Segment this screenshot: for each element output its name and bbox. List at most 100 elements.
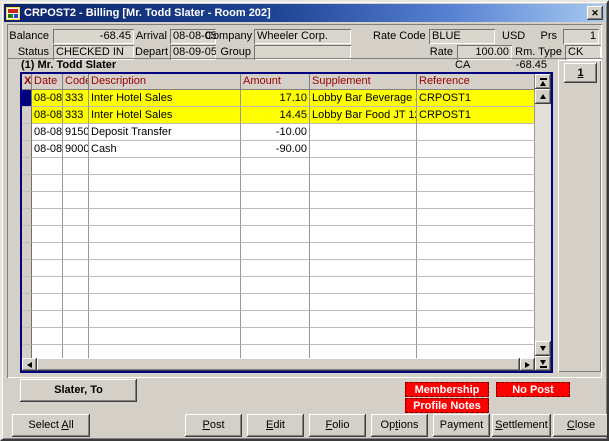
guest-balance: -68.45: [485, 59, 547, 71]
column-header-code: Code: [63, 74, 89, 90]
scroll-right-button[interactable]: [520, 358, 535, 371]
row-selector-cell[interactable]: [22, 209, 32, 226]
company-field[interactable]: Wheeler Corp.: [254, 29, 351, 44]
row-selector-cell[interactable]: [22, 277, 32, 294]
cell-reference: [417, 175, 535, 192]
column-header-description: Description: [89, 74, 241, 90]
table-row[interactable]: 08-089150Deposit Transfer-10.00: [22, 124, 551, 141]
horizontal-scroll-thumb[interactable]: [37, 358, 520, 371]
close-window-button[interactable]: Close: [553, 414, 609, 437]
table-row[interactable]: [22, 294, 551, 311]
scroll-left-button[interactable]: [22, 358, 37, 371]
cell-reference: CRPOST1: [417, 107, 535, 124]
cell-amount: [241, 209, 310, 226]
scroll-up-button[interactable]: [535, 89, 551, 104]
cell-date: 08-08: [32, 90, 63, 107]
close-icon: ✕: [591, 8, 599, 18]
cell-supplement: [310, 124, 417, 141]
prs-field[interactable]: 1: [563, 29, 599, 44]
cell-amount: [241, 243, 310, 260]
cell-description: [89, 328, 241, 345]
payment-button[interactable]: Payment: [433, 414, 490, 437]
cell-description: [89, 158, 241, 175]
settlement-button[interactable]: Settlement: [492, 414, 551, 437]
table-row[interactable]: [22, 175, 551, 192]
cell-description: [89, 209, 241, 226]
row-selector-cell[interactable]: [22, 311, 32, 328]
row-selector-cell[interactable]: [22, 260, 32, 277]
table-row[interactable]: [22, 158, 551, 175]
scroll-to-bottom-button[interactable]: [535, 356, 551, 371]
cell-reference: [417, 124, 535, 141]
table-row[interactable]: [22, 311, 551, 328]
table-row[interactable]: 08-08333Inter Hotel Sales14.45Lobby Bar …: [22, 107, 551, 124]
table-row[interactable]: [22, 243, 551, 260]
cell-amount: [241, 311, 310, 328]
cell-supplement: [310, 277, 417, 294]
table-row[interactable]: [22, 226, 551, 243]
table-row[interactable]: [22, 209, 551, 226]
options-button[interactable]: Options: [371, 414, 428, 437]
cell-amount: [241, 192, 310, 209]
profile-notes-lamp[interactable]: Profile Notes: [405, 398, 489, 413]
table-row[interactable]: [22, 260, 551, 277]
column-header-date: Date: [32, 74, 63, 90]
horizontal-scrollbar[interactable]: [22, 358, 535, 371]
cell-description: Cash: [89, 141, 241, 158]
cell-supplement: [310, 260, 417, 277]
row-selector-cell[interactable]: [22, 294, 32, 311]
no-post-lamp: No Post: [496, 382, 570, 397]
column-header-x: X: [22, 74, 32, 90]
close-button[interactable]: ✕: [587, 6, 603, 20]
table-row[interactable]: [22, 192, 551, 209]
cell-description: [89, 294, 241, 311]
guest-window-title: (1) Mr. Todd Slater: [21, 59, 116, 71]
scroll-down-button[interactable]: [535, 341, 551, 356]
table-row[interactable]: 08-08333Inter Hotel Sales17.10Lobby Bar …: [22, 90, 551, 107]
window-1-button[interactable]: 1: [564, 63, 597, 83]
grid-header-row: X Date Code Description Amount Supplemen…: [22, 74, 551, 90]
cell-reference: [417, 243, 535, 260]
app-window: CRPOST2 - Billing [Mr. Todd Slater - Roo…: [0, 0, 609, 441]
edit-button[interactable]: Edit: [247, 414, 304, 437]
cell-code: [63, 294, 89, 311]
row-selector-cell[interactable]: [22, 328, 32, 345]
row-selector-cell[interactable]: [22, 90, 32, 107]
window-page-panel: 1: [558, 60, 601, 372]
cell-reference: [417, 294, 535, 311]
row-selector-cell[interactable]: [22, 158, 32, 175]
cell-date: 08-08: [32, 107, 63, 124]
balance-field[interactable]: -68.45: [53, 29, 134, 44]
cell-amount: [241, 175, 310, 192]
table-row[interactable]: [22, 277, 551, 294]
folio-tab-slater[interactable]: Slater, To: [20, 379, 137, 402]
cell-supplement: [310, 141, 417, 158]
table-row[interactable]: 08-089000Cash-90.00: [22, 141, 551, 158]
cell-supplement: [310, 192, 417, 209]
row-selector-cell[interactable]: [22, 175, 32, 192]
row-selector-cell[interactable]: [22, 141, 32, 158]
cell-code: [63, 311, 89, 328]
row-selector-cell[interactable]: [22, 107, 32, 124]
app-icon[interactable]: [6, 7, 20, 20]
table-row[interactable]: [22, 328, 551, 345]
cell-amount: -10.00: [241, 124, 310, 141]
cell-date: [32, 243, 63, 260]
vertical-scroll-track[interactable]: [535, 104, 551, 341]
membership-lamp[interactable]: Membership: [405, 382, 489, 397]
folio-button[interactable]: Folio: [309, 414, 366, 437]
post-button[interactable]: Post: [185, 414, 242, 437]
row-selector-cell[interactable]: [22, 345, 32, 358]
scroll-to-top-button[interactable]: [535, 74, 551, 89]
cell-date: 08-08: [32, 141, 63, 158]
rate-code-field[interactable]: BLUE: [429, 29, 495, 44]
cell-amount: 17.10: [241, 90, 310, 107]
select-all-button[interactable]: Select All: [12, 414, 90, 437]
row-selector-cell[interactable]: [22, 243, 32, 260]
row-selector-cell[interactable]: [22, 192, 32, 209]
arrival-label: Arrival: [135, 29, 167, 44]
row-selector-cell[interactable]: [22, 226, 32, 243]
row-selector-cell[interactable]: [22, 124, 32, 141]
table-row[interactable]: [22, 345, 551, 358]
vertical-scrollbar[interactable]: [535, 74, 551, 371]
